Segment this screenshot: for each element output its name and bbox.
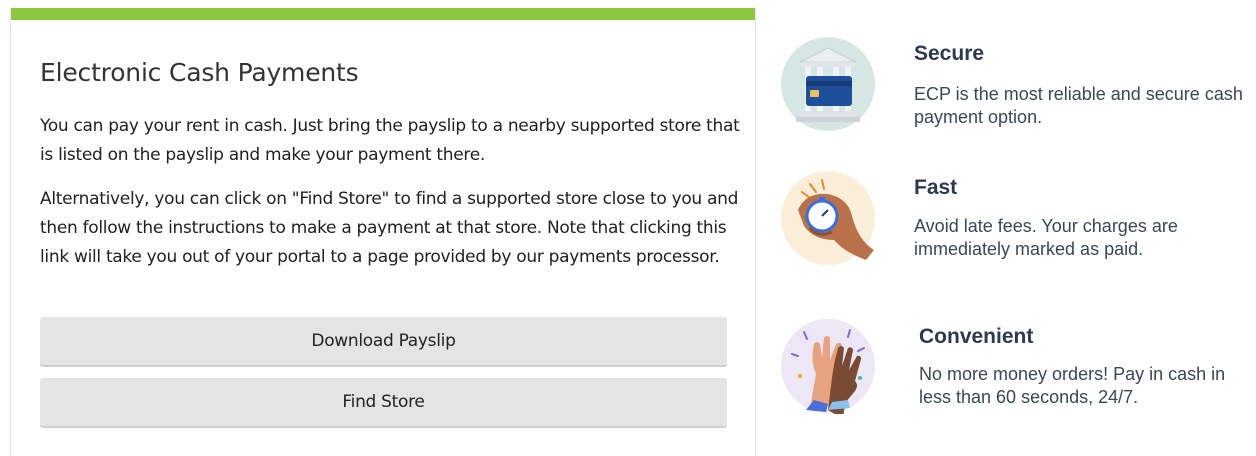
stopwatch-hand-icon bbox=[780, 170, 876, 266]
ecp-card: Electronic Cash Payments You can pay you… bbox=[10, 8, 756, 456]
download-payslip-button[interactable]: Download Payslip bbox=[40, 317, 727, 367]
find-store-button[interactable]: Find Store bbox=[40, 378, 727, 428]
bank-card-icon bbox=[780, 36, 876, 132]
feature-description: No more money orders! Pay in cash in les… bbox=[919, 364, 1226, 407]
card-title: Electronic Cash Payments bbox=[40, 58, 359, 87]
feature-title: Secure bbox=[914, 42, 985, 65]
card-paragraph-1: You can pay your rent in cash. Just brin… bbox=[40, 116, 740, 165]
feature-title: Fast bbox=[914, 176, 958, 199]
card-accent-bar bbox=[11, 8, 755, 20]
high-five-icon bbox=[780, 318, 876, 419]
feature-description: ECP is the most reliable and secure cash… bbox=[914, 84, 1243, 127]
card-paragraph-2: Alternatively, you can click on "Find St… bbox=[40, 189, 739, 267]
feature-description: Avoid late fees. Your charges are immedi… bbox=[914, 216, 1178, 259]
feature-title: Convenient bbox=[919, 325, 1034, 348]
